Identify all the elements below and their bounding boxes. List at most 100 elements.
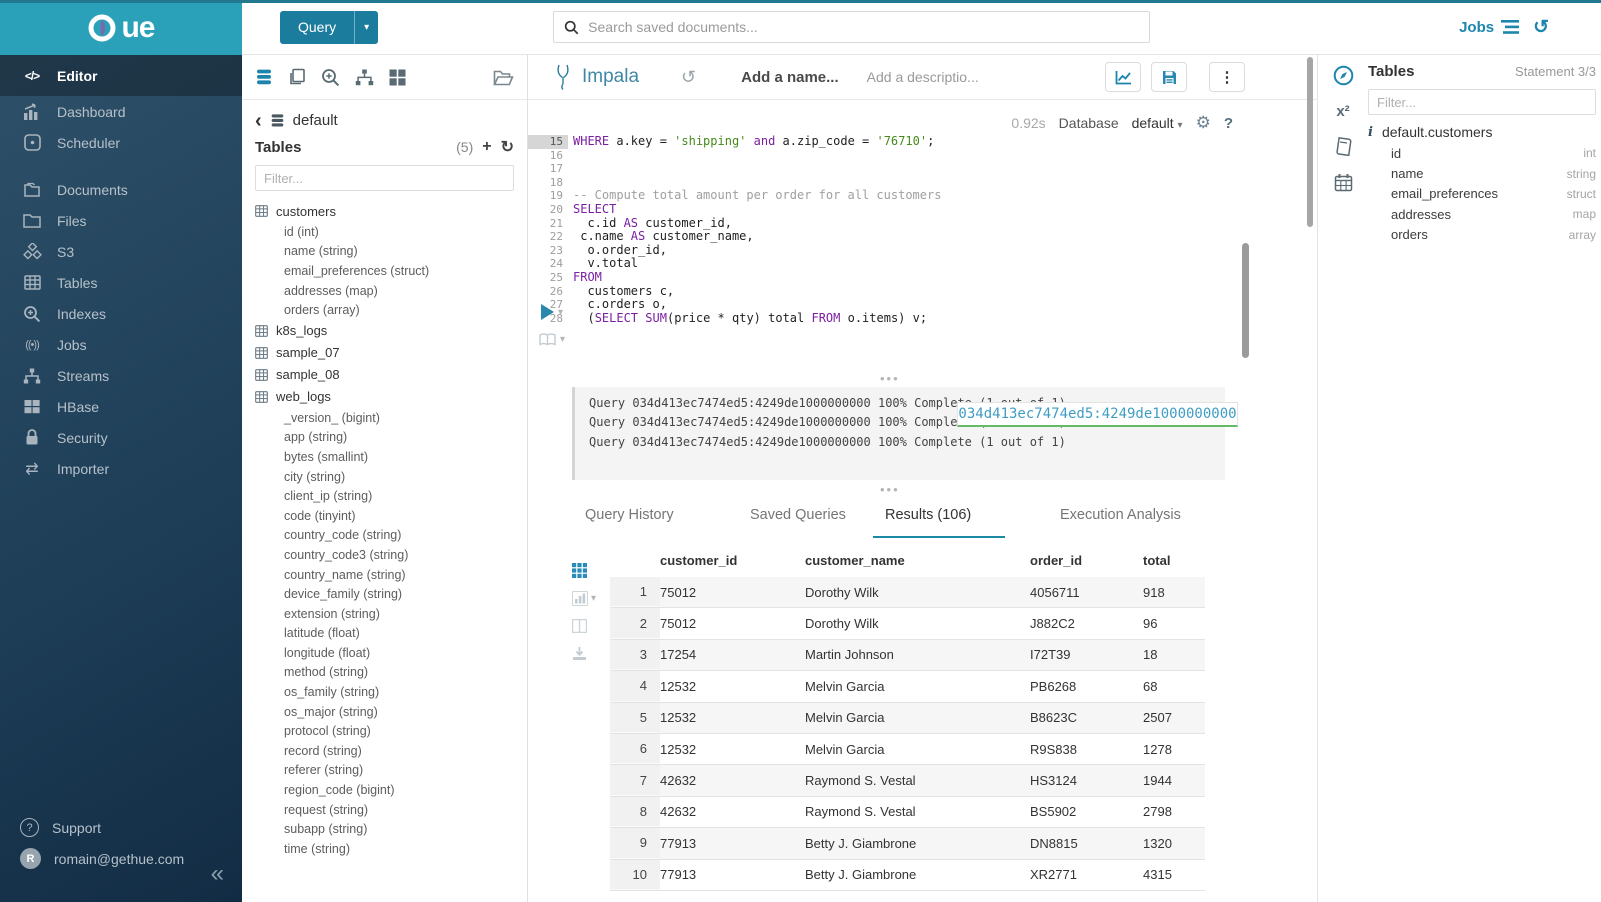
column-item[interactable]: time (string) [255,839,514,859]
more-options-button[interactable]: ⋮ [1209,62,1245,92]
table-row[interactable]: 742632Raymond S. VestalHS31241944 [610,765,1205,796]
sidebar-item-files[interactable]: Files [0,205,242,236]
query-id-overlay[interactable]: 034d413ec7474ed5:4249de1000000000 [957,402,1238,427]
sidebar-item-support[interactable]: ? Support [0,812,242,843]
query-dropdown-caret[interactable]: ▾ [354,11,378,44]
column-item[interactable]: email_preferences (struct) [255,261,514,281]
code-line[interactable]: 18 [528,176,1243,190]
code-line[interactable]: 16 [528,149,1243,163]
column-header[interactable]: customer_id [660,553,805,568]
sidebar-item-hbase[interactable]: HBase [0,391,242,422]
column-item[interactable]: device_family (string) [255,584,514,604]
sidebar-item-s3[interactable]: S3 [0,236,242,267]
column-item[interactable]: email_preferencesstruct [1391,184,1596,204]
run-options-caret[interactable]: ▾ [558,307,563,318]
resize-handle[interactable]: ••• [880,482,900,497]
databases-icon[interactable] [255,68,273,86]
code-line[interactable]: 26 customers c, [528,285,1243,299]
table-row[interactable]: 977913Betty J. GiambroneDN88151320 [610,828,1205,859]
column-item[interactable]: referer (string) [255,761,514,781]
tab-results[interactable]: Results (106) [885,507,971,523]
table-item[interactable]: web_logs [255,386,514,408]
sidebar-item-streams[interactable]: Streams [0,360,242,391]
table-row[interactable]: 612532Melvin GarciaR9S8381278 [610,734,1205,765]
column-item[interactable]: protocol (string) [255,721,514,741]
column-item[interactable]: addressesmap [1391,204,1596,224]
column-item[interactable]: orders (array) [255,300,514,320]
column-item[interactable]: os_major (string) [255,702,514,722]
code-line[interactable]: 25FROM [528,271,1243,285]
sidebar-item-tables[interactable]: Tables [0,267,242,298]
column-item[interactable]: region_code (bigint) [255,780,514,800]
help-icon[interactable]: ? [1224,115,1233,132]
code-line[interactable]: 22 c.name AS customer_name, [528,230,1243,244]
column-item[interactable]: country_code3 (string) [255,545,514,565]
column-item[interactable]: longitude (float) [255,643,514,663]
table-item[interactable]: k8s_logs [255,320,514,342]
table-row[interactable]: 412532Melvin GarciaPB626868 [610,671,1205,702]
download-icon[interactable] [572,646,587,661]
tab-execution-analysis[interactable]: Execution Analysis [1060,507,1181,523]
column-item[interactable]: url (string) [255,859,514,860]
table-item[interactable]: sample_07 [255,342,514,364]
column-item[interactable]: name (string) [255,242,514,262]
add-table-icon[interactable]: + [482,138,491,156]
grid-view-icon[interactable] [572,563,587,578]
chart-view-icon[interactable]: ▾ [572,591,596,606]
column-item[interactable]: record (string) [255,741,514,761]
column-item[interactable]: method (string) [255,663,514,683]
sidebar-collapse-button[interactable]: « [211,860,224,888]
sidebar-item-dashboard[interactable]: Dashboard [0,96,242,127]
calendar-icon[interactable] [1334,173,1353,192]
open-folder-icon[interactable] [493,69,514,86]
hue-logo[interactable]: ue [0,0,242,55]
column-item[interactable]: country_code (string) [255,526,514,546]
table-item[interactable]: customers [255,200,514,222]
column-item[interactable]: latitude (float) [255,624,514,644]
active-table-row[interactable]: i default.customers [1368,124,1596,140]
column-item[interactable]: country_name (string) [255,565,514,585]
documents-assist-icon[interactable] [288,68,306,86]
sidebar-item-jobs[interactable]: ((•)) Jobs [0,329,242,360]
column-item[interactable]: _version_ (bigint) [255,408,514,428]
database-breadcrumb[interactable]: ‹ default [242,112,527,129]
new-query-button[interactable]: Query ▾ [280,11,378,44]
assistant-compass-icon[interactable] [1333,65,1354,86]
chart-options-caret[interactable]: ▾ [591,593,596,604]
history-icon[interactable]: ↺ [1533,16,1549,39]
column-item[interactable]: request (string) [255,800,514,820]
column-item[interactable]: subapp (string) [255,819,514,839]
columns-view-icon[interactable] [572,619,587,633]
code-line[interactable]: 24 v.total [528,257,1243,271]
sidebar-item-editor[interactable]: </> Editor [0,55,242,96]
back-chevron-icon[interactable]: ‹ [255,114,262,128]
chart-button[interactable] [1105,62,1141,92]
column-item[interactable]: idint [1391,143,1596,163]
sitemap-icon[interactable] [355,69,374,86]
apps-grid-icon[interactable] [389,69,406,86]
column-item[interactable]: os_family (string) [255,682,514,702]
query-description-field[interactable]: Add a descriptio... [867,69,979,85]
functions-icon[interactable]: x² [1336,103,1349,120]
query-history-icon[interactable]: ↺ [681,67,696,88]
query-name-field[interactable]: Add a name... [741,69,839,86]
table-row[interactable]: 175012Dorothy Wilk4056711918 [610,577,1205,608]
column-item[interactable]: code (tinyint) [255,506,514,526]
resize-handle[interactable]: ••• [880,371,900,386]
sidebar-item-importer[interactable]: ⇄ Importer [0,453,242,484]
sidebar-item-indexes[interactable]: Indexes [0,298,242,329]
zoom-in-icon[interactable] [321,68,340,87]
search-input[interactable] [588,19,1139,35]
refresh-icon[interactable]: ↻ [501,137,514,157]
table-item[interactable]: sample_08 [255,364,514,386]
column-item[interactable]: client_ip (string) [255,486,514,506]
sidebar-item-scheduler[interactable]: Scheduler [0,127,242,158]
column-item[interactable]: app (string) [255,428,514,448]
table-row[interactable]: 1077913Betty J. GiambroneXR27714315 [610,860,1205,891]
sidebar-item-documents[interactable]: Documents [0,174,242,205]
column-header[interactable]: order_id [1030,553,1143,568]
code-line[interactable]: 23 o.order_id, [528,244,1243,258]
editor-scrollbar[interactable] [1242,243,1249,358]
database-selector[interactable]: default ▾ [1132,115,1183,131]
code-line[interactable]: 27 c.orders o, [528,298,1243,312]
